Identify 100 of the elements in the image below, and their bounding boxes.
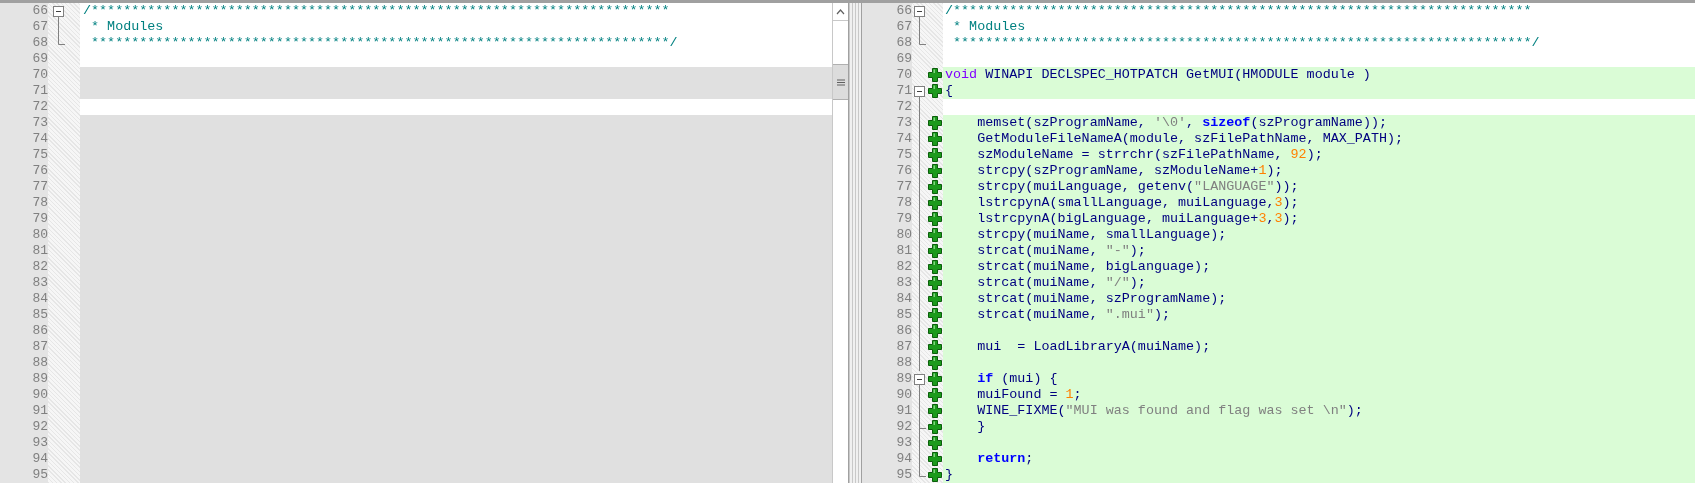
plus-icon — [928, 260, 942, 274]
plus-icon — [928, 340, 942, 354]
code-text: strcpy(muiLanguage, getenv("LANGUAGE")); — [976, 179, 1299, 194]
line-number: 92 — [32, 419, 48, 435]
line-number: 79 — [32, 211, 48, 227]
line-number: 93 — [896, 435, 912, 451]
code-text: ************************************************************************/ — [952, 35, 1540, 50]
collapse-icon[interactable] — [914, 374, 925, 387]
line-number: 80 — [896, 227, 912, 243]
fold-line — [919, 19, 920, 35]
line-number: 83 — [896, 275, 912, 291]
code-text: if (mui) { — [976, 371, 1058, 386]
code-text: * Modules — [90, 19, 164, 34]
line-number: 78 — [896, 195, 912, 211]
line-number: 95 — [896, 467, 912, 483]
plus-icon — [928, 212, 942, 226]
line-number: 66 — [896, 3, 912, 19]
code-text: strcat(muiName, "/"); — [976, 275, 1146, 290]
line-number: 74 — [896, 131, 912, 147]
line-number: 91 — [896, 403, 912, 419]
fold-end-line — [919, 35, 926, 45]
plus-icon — [928, 228, 942, 242]
code-text: strcat(muiName, bigLanguage); — [976, 259, 1211, 274]
code-text: strcat(muiName, "-"); — [976, 243, 1146, 258]
line-number: 74 — [32, 131, 48, 147]
line-number: 75 — [32, 147, 48, 163]
plus-icon — [928, 308, 942, 322]
plus-icon — [928, 180, 942, 194]
line-number: 75 — [896, 147, 912, 163]
code-text: { — [945, 83, 954, 98]
line-number: 92 — [896, 419, 912, 435]
fold-end-line — [58, 35, 65, 45]
line-number: 69 — [32, 51, 48, 67]
code-text: strcpy(muiName, smallLanguage); — [976, 227, 1227, 242]
code-text: void WINAPI DECLSPEC_HOTPATCH GetMUI(HMODULE module ) — [945, 67, 1371, 82]
code-text: strcat(muiName, ".mui"); — [976, 307, 1170, 322]
line-number: 68 — [896, 35, 912, 51]
code-text: /************************************************************************ — [945, 3, 1532, 18]
plus-icon — [928, 324, 942, 338]
code-text: memset(szProgramName, '\0', sizeof(szProgramName)); — [976, 115, 1387, 130]
plus-icon — [928, 132, 942, 146]
line-number: 89 — [896, 371, 912, 387]
collapse-icon[interactable] — [914, 86, 925, 99]
code-text: ************************************************************************/ — [90, 35, 678, 50]
line-number: 86 — [896, 323, 912, 339]
line-number: 82 — [32, 259, 48, 275]
plus-icon — [928, 468, 942, 482]
line-number: 84 — [896, 291, 912, 307]
fold-line — [58, 19, 59, 35]
plus-icon — [928, 292, 942, 306]
plus-icon — [928, 164, 942, 178]
line-number: 76 — [896, 163, 912, 179]
plus-icon — [928, 84, 942, 98]
grip-icon — [836, 78, 845, 86]
line-number: 94 — [32, 451, 48, 467]
plus-icon — [928, 68, 942, 82]
caret-up-icon — [836, 8, 845, 15]
code-text: strcpy(szProgramName, szModuleName+1); — [976, 163, 1283, 178]
line-number: 68 — [32, 35, 48, 51]
line-number: 71 — [32, 83, 48, 99]
line-number: 86 — [32, 323, 48, 339]
code-text: * Modules — [952, 19, 1026, 34]
plus-icon — [928, 404, 942, 418]
code-text: lstrcpynA(bigLanguage, muiLanguage+3,3); — [976, 211, 1299, 226]
code-text: lstrcpynA(smallLanguage, muiLanguage,3); — [976, 195, 1299, 210]
plus-icon — [928, 244, 942, 258]
line-number: 91 — [32, 403, 48, 419]
code-text: szModuleName = strrchr(szFilePathName, 92); — [976, 147, 1323, 162]
line-number: 88 — [896, 355, 912, 371]
line-number: 87 — [32, 339, 48, 355]
code-text: WINE_FIXME("MUI was found and flag was set \n"); — [976, 403, 1363, 418]
line-number: 94 — [896, 451, 912, 467]
line-number: 71 — [896, 83, 912, 99]
fold-branch-line — [919, 419, 926, 435]
plus-icon — [928, 148, 942, 162]
line-number: 70 — [896, 67, 912, 83]
line-number: 73 — [896, 115, 912, 131]
code-text: } — [945, 467, 954, 482]
collapse-icon[interactable] — [914, 6, 925, 19]
line-number: 84 — [32, 291, 48, 307]
line-number: 90 — [896, 387, 912, 403]
line-number: 76 — [32, 163, 48, 179]
plus-icon — [928, 116, 942, 130]
collapse-icon[interactable] — [53, 6, 64, 19]
code-text: /************************************************************************ — [83, 3, 670, 18]
code-text: mui = LoadLibraryA(muiName); — [976, 339, 1211, 354]
line-number: 79 — [896, 211, 912, 227]
plus-icon — [928, 356, 942, 370]
plus-icon — [928, 372, 942, 386]
line-number: 77 — [896, 179, 912, 195]
line-number: 83 — [32, 275, 48, 291]
line-number: 93 — [32, 435, 48, 451]
line-number: 73 — [32, 115, 48, 131]
scrollbar-thumb[interactable] — [833, 64, 848, 100]
line-number: 77 — [32, 179, 48, 195]
plus-icon — [928, 196, 942, 210]
fold-end-line — [919, 467, 926, 477]
line-number: 70 — [32, 67, 48, 83]
line-number: 85 — [896, 307, 912, 323]
line-number: 66 — [32, 3, 48, 19]
